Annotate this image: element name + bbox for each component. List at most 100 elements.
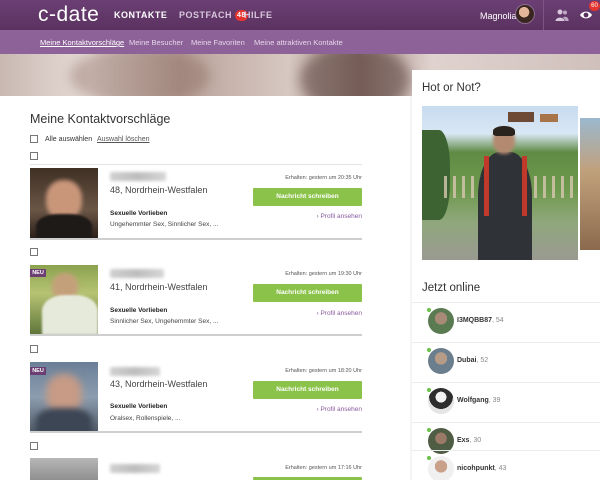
user-name[interactable]: Magnolia <box>480 11 517 21</box>
online-status-dot <box>426 347 432 353</box>
prefs-value: Sinnlicher Sex, Ungehemmter Sex, ... <box>110 318 219 325</box>
card-divider <box>30 334 362 336</box>
select-all-checkbox[interactable] <box>30 135 38 143</box>
contact-name-hidden <box>110 172 166 181</box>
user-avatar[interactable] <box>515 4 535 24</box>
hot-or-not-photo[interactable] <box>422 106 578 260</box>
online-status-dot <box>426 307 432 313</box>
sub-navigation: Meine Kontaktvorschläge Meine Besucher M… <box>0 30 600 54</box>
online-now-title: Jetzt online <box>422 282 481 294</box>
nav-hilfe-label: HILFE <box>244 10 273 20</box>
contact-name-hidden <box>110 367 160 376</box>
prefs-label: Sexuelle Vorlieben <box>110 210 168 217</box>
next-profile-preview[interactable] <box>580 118 600 250</box>
write-message-button[interactable]: Nachricht schreiben <box>253 284 362 302</box>
photo-body <box>36 214 92 238</box>
nav-kontakte-label: KONTAKTE <box>114 10 168 20</box>
online-user-age: , 43 <box>494 465 507 472</box>
write-message-button[interactable]: Nachricht schreiben <box>253 188 362 206</box>
online-user-avatar <box>428 388 454 414</box>
online-user-name: Exs, 30 <box>457 437 481 444</box>
write-message-button[interactable]: Nachricht schreiben <box>253 381 362 399</box>
online-user-item[interactable]: Wolfgang, 39 <box>412 382 600 422</box>
subnav-besucher[interactable]: Meine Besucher <box>129 38 183 47</box>
photo-person-hair <box>493 126 515 136</box>
contact-photo[interactable] <box>30 168 98 238</box>
online-user-name-text: Wolfgang <box>457 397 489 404</box>
sidebar: Hot or Not? Jetzt online I3MQBB87, 54 Du… <box>412 70 600 480</box>
card-divider <box>30 238 362 240</box>
online-user-item[interactable]: I3MQBB87, 54 <box>412 302 600 342</box>
online-user-age: , 30 <box>469 437 482 444</box>
online-status-dot <box>426 387 432 393</box>
subnav-favoriten[interactable]: Meine Favoriten <box>191 38 245 47</box>
contact-name-hidden <box>110 269 164 278</box>
hero-shape <box>70 54 210 96</box>
page-title: Meine Kontaktvorschläge <box>30 112 171 126</box>
online-status-dot <box>426 455 432 461</box>
nav-kontakte[interactable]: KONTAKTE <box>114 10 167 20</box>
online-user-avatar <box>428 456 454 480</box>
photo-backpack-strap <box>484 156 489 216</box>
card-checkbox[interactable] <box>30 248 38 256</box>
hero-shape <box>300 54 410 96</box>
photo-body <box>36 408 92 432</box>
online-user-name-text: Dubai <box>457 357 477 364</box>
online-user-name-text: I3MQBB87 <box>457 317 493 324</box>
card-checkbox[interactable] <box>30 152 38 160</box>
online-user-name: I3MQBB87, 54 <box>457 317 504 324</box>
view-profile-link[interactable]: › Profil ansehen <box>262 213 362 220</box>
card-checkbox[interactable] <box>30 442 38 450</box>
online-user-age: , 52 <box>476 357 489 364</box>
prefs-label: Sexuelle Vorlieben <box>110 307 168 314</box>
prefs-label: Sexuelle Vorlieben <box>110 403 168 410</box>
view-profile-link[interactable]: › Profil ansehen <box>262 310 362 317</box>
header-divider <box>543 0 544 30</box>
nav-postfach[interactable]: POSTFACH 48 <box>179 10 248 21</box>
online-user-name-text: nicohpunkt <box>457 465 495 472</box>
card-divider <box>30 431 362 433</box>
top-navigation-bar: c-date KONTAKTE POSTFACH 48 HILFE Magnoli… <box>0 0 600 30</box>
received-timestamp: Erhalten: gestern um 19:30 Uhr <box>285 271 362 277</box>
eye-icon[interactable] <box>579 9 593 21</box>
contact-age-location: 43, Nordrhein-Westfalen <box>110 379 208 389</box>
photo-house <box>540 114 558 122</box>
hot-or-not-title: Hot or Not? <box>422 82 481 94</box>
contact-photo[interactable] <box>30 458 98 480</box>
photo-house <box>508 112 534 122</box>
cdate-logo[interactable]: c-date <box>38 3 99 27</box>
new-badge: NEU <box>30 269 46 277</box>
online-user-age: , 54 <box>492 317 504 324</box>
prefs-value: Ungehemmter Sex, Sinnlicher Sex, ... <box>110 221 219 228</box>
online-user-item[interactable]: nicohpunkt, 43 <box>412 450 600 480</box>
online-user-age: , 39 <box>488 397 501 404</box>
view-profile-link[interactable]: › Profil ansehen <box>262 406 362 413</box>
contact-age-location: 41, Nordrhein-Westfalen <box>110 282 208 292</box>
subnav-kontaktvorschlaege[interactable]: Meine Kontaktvorschläge <box>40 38 124 47</box>
online-user-avatar <box>428 308 454 334</box>
clear-selection-link[interactable]: Auswahl löschen <box>97 136 150 143</box>
prefs-value: Oralsex, Rollenspiele, ... <box>110 415 181 422</box>
subnav-attraktive-kontakte[interactable]: Meine attraktiven Kontakte <box>254 38 343 47</box>
contact-suggestions-panel: Meine Kontaktvorschläge Alle auswählen A… <box>0 96 410 480</box>
card-checkbox[interactable] <box>30 345 38 353</box>
photo-backpack-strap <box>522 156 527 216</box>
nav-hilfe[interactable]: HILFE <box>244 10 273 20</box>
contact-age-location: 48, Nordrhein-Westfalen <box>110 185 208 195</box>
online-user-name: Dubai, 52 <box>457 357 488 364</box>
received-timestamp: Erhalten: gestern um 17:16 Uhr <box>285 465 362 471</box>
visitors-badge: 60 <box>589 1 600 11</box>
online-user-name-text: Exs <box>457 437 470 444</box>
photo-tree <box>422 130 450 220</box>
nav-postfach-label: POSTFACH <box>179 10 233 20</box>
people-icon[interactable] <box>555 8 569 22</box>
received-timestamp: Erhalten: gestern um 18:20 Uhr <box>285 368 362 374</box>
online-user-name: Wolfgang, 39 <box>457 397 500 404</box>
received-timestamp: Erhalten: gestern um 20:35 Uhr <box>285 175 362 181</box>
photo-body <box>42 295 98 335</box>
card-divider <box>30 164 362 165</box>
online-status-dot <box>426 427 432 433</box>
select-all-label[interactable]: Alle auswählen <box>45 136 92 143</box>
online-user-item[interactable]: Dubai, 52 <box>412 342 600 382</box>
online-user-avatar <box>428 348 454 374</box>
